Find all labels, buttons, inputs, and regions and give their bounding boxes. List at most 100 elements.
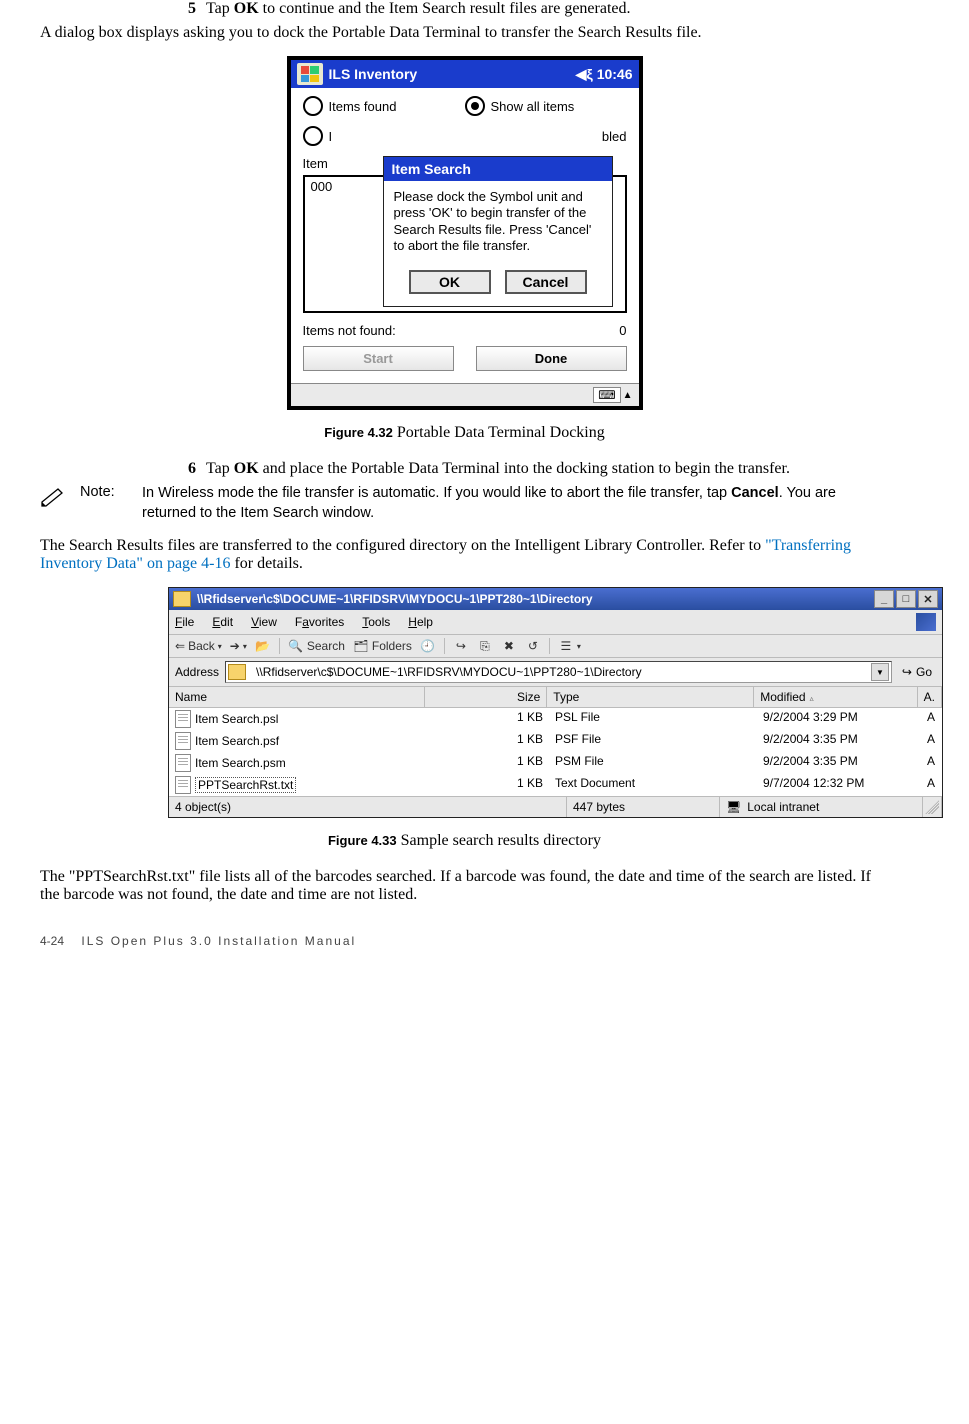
move-to-button[interactable]: ↪ [453,638,469,654]
resize-grip-icon[interactable] [925,800,939,814]
step-5: 5 Tap OK to continue and the Item Search… [168,0,889,18]
start-button[interactable] [297,63,323,85]
note-label: Note: [80,484,142,523]
go-button[interactable]: ↪ Go [898,665,936,679]
label-row2-left: I [329,129,333,144]
book-title: ILS Open Plus 3.0 Installation Manual [81,934,356,948]
step-number: 5 [168,0,206,18]
header-modified[interactable]: Modified▵ [754,687,917,707]
label-items-found: Items found [329,99,397,114]
folder-icon [228,664,246,680]
menu-file[interactable]: File [175,615,194,629]
status-bytes: 447 bytes [567,797,720,817]
paragraph: The "PPTSearchRst.txt" file lists all of… [40,868,889,904]
file-modified: 9/2/2004 3:35 PM [757,753,921,773]
back-button[interactable]: ⇐ Back ▾ [175,639,222,653]
go-icon: ↪ [902,665,912,679]
step-text: Tap OK and place the Portable Data Termi… [206,460,889,478]
address-value: \\Rfidserver\c$\DOCUME~1\RFIDSRV\MYDOCU~… [256,665,867,679]
minimize-button[interactable]: _ [874,590,894,608]
zone-icon: 🖥 [726,800,741,814]
copy-to-button[interactable]: ⎘ [477,638,493,654]
menu-help[interactable]: Help [408,615,433,629]
address-input[interactable]: \\Rfidserver\c$\DOCUME~1\RFIDSRV\MYDOCU~… [225,661,892,683]
menu-view[interactable]: View [251,615,277,629]
file-name: Item Search.psl [195,712,278,726]
up-button[interactable]: 📂 [255,638,271,654]
status-zone: 🖥 Local intranet [720,797,923,817]
windows-logo-icon [301,66,319,82]
radio-items-found[interactable] [303,96,323,116]
file-name: Item Search.psf [195,734,279,748]
dialog-ok-button[interactable]: OK [409,270,491,294]
explorer-file-list: Item Search.psl1 KBPSL File9/2/2004 3:29… [169,708,942,796]
menu-tools[interactable]: Tools [362,615,390,629]
search-button[interactable]: 🔍Search [288,638,345,654]
page-number: 4-24 [40,934,64,948]
step-6: 6 Tap OK and place the Portable Data Ter… [168,460,889,478]
pda-title-bar: ILS Inventory ◀ξ 10:46 [291,60,639,88]
figure-432-screenshot: ILS Inventory ◀ξ 10:46 Items found Show … [287,56,643,410]
file-size: 1 KB [427,775,549,795]
folder-icon [173,591,191,607]
file-type: PSM File [549,753,757,773]
note-text: In Wireless mode the file transfer is au… [142,484,889,523]
table-row[interactable]: Item Search.psl1 KBPSL File9/2/2004 3:29… [169,708,942,730]
radio-row2-left[interactable] [303,126,323,146]
menu-edit[interactable]: Edit [212,615,233,629]
file-modified: 9/2/2004 3:29 PM [757,709,921,729]
file-attr: A [921,731,942,751]
explorer-toolbar: ⇐ Back ▾ ➔ ▾ 📂 🔍Search 🗂Folders 🕘 ↪ ⎘ ✖ … [169,635,942,658]
done-button[interactable]: Done [476,346,627,371]
speaker-icon[interactable]: ◀ξ [576,66,593,83]
clock: 10:46 [597,66,633,82]
table-row[interactable]: Item Search.psm1 KBPSM File9/2/2004 3:35… [169,752,942,774]
file-type: Text Document [549,775,757,795]
item-search-dialog: Item Search Please dock the Symbol unit … [383,156,613,307]
address-label: Address [175,665,219,679]
header-type[interactable]: Type [547,687,754,707]
label-show-all-items: Show all items [491,99,575,114]
address-dropdown-icon[interactable]: ▼ [871,663,889,681]
history-button[interactable]: 🕘 [420,638,436,654]
item-listbox-value: 000 [311,179,333,194]
folders-button[interactable]: 🗂Folders [353,638,412,654]
file-modified: 9/7/2004 12:32 PM [757,775,921,795]
sip-keyboard-icon[interactable]: ⌨ [593,387,620,403]
header-size[interactable]: Size [425,687,547,707]
sip-up-arrow-icon[interactable]: ▲ [623,390,633,401]
step-number: 6 [168,460,206,478]
pda-taskbar: ⌨ ▲ [291,383,639,406]
file-size: 1 KB [427,731,549,751]
undo-button[interactable]: ↺ [525,638,541,654]
file-icon [175,732,191,750]
file-icon [175,710,191,728]
file-size: 1 KB [427,709,549,729]
views-button[interactable]: ☰▾ [558,638,581,654]
file-icon [175,754,191,772]
file-modified: 9/2/2004 3:35 PM [757,731,921,751]
radio-show-all-items[interactable] [465,96,485,116]
dialog-cancel-button[interactable]: Cancel [505,270,587,294]
paragraph: A dialog box displays asking you to dock… [40,24,889,42]
figure-433-screenshot: \\Rfidserver\c$\DOCUME~1\RFIDSRV\MYDOCU~… [168,587,943,818]
header-a[interactable]: A. [918,687,942,707]
paragraph: The Search Results files are transferred… [40,537,889,573]
header-name[interactable]: Name [169,687,425,707]
maximize-button[interactable]: □ [896,590,916,608]
file-attr: A [921,709,942,729]
close-button[interactable]: ✕ [918,590,938,608]
forward-button[interactable]: ➔ ▾ [230,639,247,653]
menu-favorites[interactable]: Favorites [295,615,344,629]
explorer-title-text: \\Rfidserver\c$\DOCUME~1\RFIDSRV\MYDOCU~… [197,592,593,606]
delete-button[interactable]: ✖ [501,638,517,654]
status-objects: 4 object(s) [169,797,567,817]
table-row[interactable]: Item Search.psf1 KBPSF File9/2/2004 3:35… [169,730,942,752]
sort-asc-icon: ▵ [810,694,814,703]
table-row[interactable]: PPTSearchRst.txt1 KBText Document9/7/200… [169,774,942,796]
throbber-icon [916,613,936,631]
label-row2-right-partial: bled [602,129,627,144]
file-name: Item Search.psm [195,756,286,770]
page-footer: 4-24 ILS Open Plus 3.0 Installation Manu… [0,934,969,968]
file-attr: A [921,753,942,773]
